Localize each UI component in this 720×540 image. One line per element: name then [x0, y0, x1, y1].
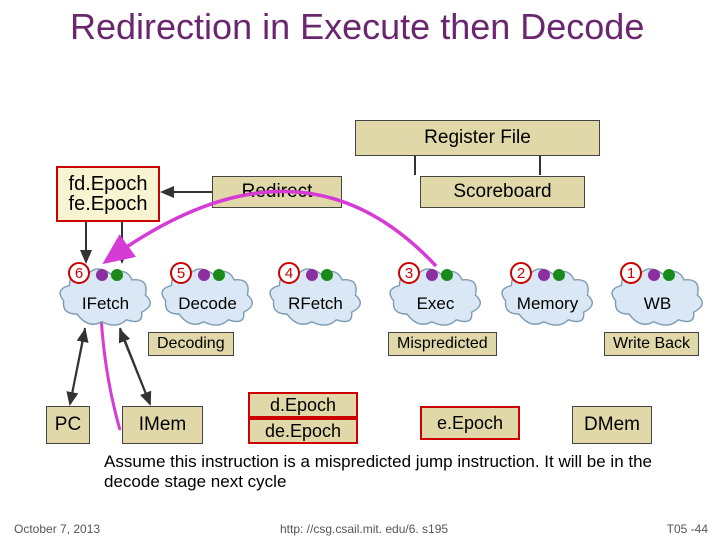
epoch-dots-icon: [648, 269, 675, 281]
dmem-box: DMem: [572, 406, 652, 444]
stage-number: 5: [170, 262, 192, 284]
stage-rfetch: 4RFetch: [268, 266, 363, 328]
note-text: Assume this instruction is a mispredicte…: [104, 452, 694, 491]
pc-box: PC: [46, 406, 90, 444]
epoch-dots-icon: [538, 269, 565, 281]
epoch-dots-icon: [198, 269, 225, 281]
stage-number: 2: [510, 262, 532, 284]
stage-ifetch: 6IFetch: [58, 266, 153, 328]
slide-title: Redirection in Execute then Decode: [70, 8, 644, 46]
mispredicted-banner: Mispredicted: [388, 332, 497, 356]
stage-label: IFetch: [82, 294, 129, 314]
stage-label: Exec: [417, 294, 455, 314]
stage-label: RFetch: [288, 294, 343, 314]
redirect-box: Redirect: [212, 176, 342, 208]
stage-label: Memory: [517, 294, 578, 314]
stage-decode: 5Decode: [160, 266, 255, 328]
decoding-banner: Decoding: [148, 332, 234, 356]
epoch-box: fd.Epoch fe.Epoch: [56, 166, 160, 222]
fd-epoch-label: fd.Epoch: [69, 174, 148, 194]
stage-label: Decode: [178, 294, 237, 314]
epoch-dots-icon: [306, 269, 333, 281]
stage-label: WB: [644, 294, 671, 314]
imem-box: IMem: [122, 406, 203, 444]
stage-number: 6: [68, 262, 90, 284]
footer-slide: T05 -44: [667, 522, 708, 536]
writeback-banner: Write Back: [604, 332, 699, 356]
epoch-dots-icon: [426, 269, 453, 281]
epoch-dots-icon: [96, 269, 123, 281]
register-file-box: Register File: [355, 120, 600, 156]
stage-wb: 1WB: [610, 266, 705, 328]
stage-number: 3: [398, 262, 420, 284]
de-epoch-box: de.Epoch: [248, 418, 358, 444]
stage-exec: 3Exec: [388, 266, 483, 328]
stage-memory: 2Memory: [500, 266, 595, 328]
footer-url: http: //csg.csail.mit. edu/6. s195: [280, 522, 448, 536]
stage-number: 1: [620, 262, 642, 284]
footer-date: October 7, 2013: [14, 522, 100, 536]
d-epoch-box: d.Epoch: [248, 392, 358, 418]
e-epoch-box: e.Epoch: [420, 406, 520, 440]
scoreboard-box: Scoreboard: [420, 176, 585, 208]
fe-epoch-label: fe.Epoch: [69, 194, 148, 214]
stage-number: 4: [278, 262, 300, 284]
